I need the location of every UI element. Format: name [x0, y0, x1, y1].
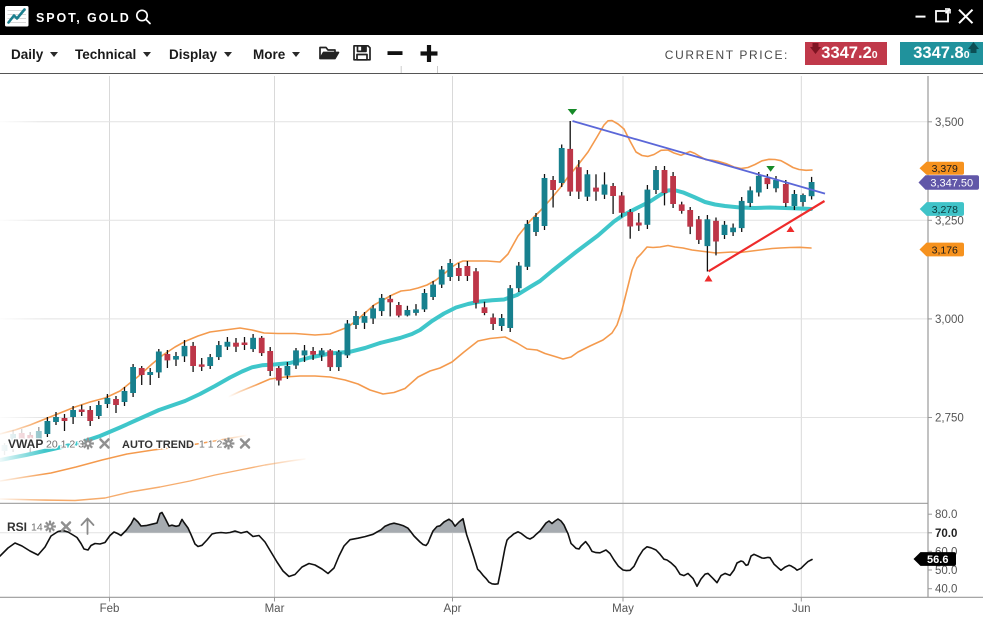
svg-text:3,176: 3,176	[932, 244, 958, 256]
svg-text:2,750: 2,750	[935, 413, 964, 425]
svg-text:AUTO TREND: AUTO TREND	[122, 439, 194, 451]
svg-text:80.0: 80.0	[935, 509, 957, 521]
svg-text:3,500: 3,500	[935, 117, 964, 129]
svg-text:70.0: 70.0	[935, 528, 957, 540]
svg-text:20 1 2 3: 20 1 2 3	[46, 439, 84, 451]
svg-text:14: 14	[31, 522, 43, 534]
svg-text:3,379: 3,379	[932, 163, 958, 175]
svg-text:1 1 2: 1 1 2	[199, 439, 223, 451]
svg-text:Jun: Jun	[792, 603, 811, 615]
svg-text:50.0: 50.0	[935, 565, 957, 577]
svg-text:3,278: 3,278	[932, 204, 958, 216]
svg-text:3,250: 3,250	[935, 215, 964, 227]
svg-text:3,000: 3,000	[935, 314, 964, 326]
svg-text:40.0: 40.0	[935, 584, 957, 596]
svg-text:Apr: Apr	[444, 603, 462, 615]
svg-text:Feb: Feb	[100, 603, 120, 615]
svg-text:May: May	[612, 603, 634, 615]
svg-text:56.6: 56.6	[927, 554, 948, 566]
svg-text:RSI: RSI	[7, 520, 27, 534]
svg-text:3,347.50: 3,347.50	[930, 177, 973, 189]
svg-text:Mar: Mar	[265, 603, 285, 615]
svg-text:VWAP: VWAP	[8, 437, 43, 451]
